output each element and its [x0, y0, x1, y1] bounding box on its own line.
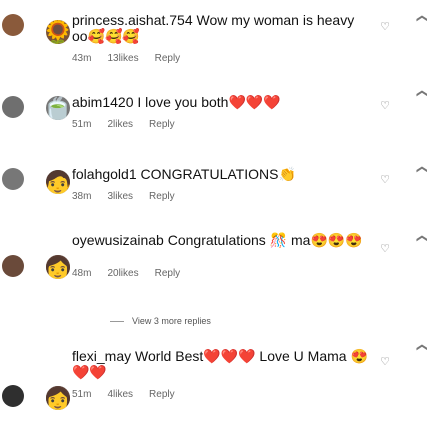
comment-time: 43m — [72, 53, 92, 64]
username[interactable]: princess.aishat.754 — [72, 12, 193, 28]
comment: oyewusizainab Congratulations 🎊 ma😍😍😍 48… — [72, 232, 372, 279]
chevron-icon: ❮ — [416, 165, 427, 174]
reply-button[interactable]: Reply — [149, 191, 175, 202]
comment-likes[interactable]: 2likes — [107, 119, 133, 130]
avatar[interactable] — [2, 168, 24, 190]
reply-button[interactable]: Reply — [155, 268, 181, 279]
heart-outline-icon[interactable]: ♡ — [380, 20, 390, 33]
username[interactable]: oyewusizainab — [72, 232, 164, 248]
comment: princess.aishat.754 Wow my woman is heav… — [72, 12, 372, 64]
view-more-replies-button[interactable]: View 3 more replies — [110, 316, 211, 326]
heart-outline-icon[interactable]: ♡ — [380, 355, 390, 368]
comment-time: 51m — [72, 389, 92, 400]
avatar[interactable] — [2, 14, 24, 36]
avatar[interactable]: 🍵 — [46, 96, 70, 120]
comment: flexi_may World Best❤️❤️❤️ Love U Mama 😍… — [72, 348, 372, 400]
comment-text: flexi_may World Best❤️❤️❤️ Love U Mama 😍… — [72, 348, 372, 380]
comment-meta: 51m 4likes Reply — [72, 389, 372, 400]
chevron-icon: ❮ — [416, 89, 427, 98]
comment-meta: 43m 13likes Reply — [72, 53, 372, 64]
avatar[interactable]: 🌻 — [46, 20, 70, 44]
comment-time: 48m — [72, 268, 92, 279]
comment-meta: 38m 3likes Reply — [72, 191, 372, 202]
avatar[interactable] — [2, 385, 24, 407]
avatar[interactable]: 👩 — [46, 255, 70, 279]
view-more-replies-label: View 3 more replies — [132, 316, 211, 326]
comment-body: I love you both❤️❤️❤️ — [137, 94, 281, 110]
username[interactable]: flexi_may — [72, 348, 131, 364]
comment-text: folahgold1 CONGRATULATIONS👏 — [72, 166, 372, 182]
reply-button[interactable]: Reply — [155, 53, 181, 64]
chevron-icon: ❮ — [416, 234, 427, 243]
username[interactable]: folahgold1 — [72, 166, 137, 182]
heart-outline-icon[interactable]: ♡ — [380, 242, 390, 255]
divider-line — [110, 320, 124, 322]
reply-button[interactable]: Reply — [149, 119, 175, 130]
comment-body: Congratulations 🎊 ma😍😍😍 — [167, 232, 363, 248]
comment: abim1420 I love you both❤️❤️❤️ 51m 2like… — [72, 94, 372, 130]
reply-button[interactable]: Reply — [149, 389, 175, 400]
avatar[interactable]: 🧑 — [46, 170, 70, 194]
comment-likes[interactable]: 13likes — [107, 53, 138, 64]
chevron-icon: ❮ — [416, 343, 427, 352]
comment-text: abim1420 I love you both❤️❤️❤️ — [72, 94, 372, 110]
avatar[interactable] — [2, 255, 24, 277]
heart-outline-icon[interactable]: ♡ — [380, 99, 390, 112]
comment-body: CONGRATULATIONS👏 — [140, 166, 296, 182]
comment-likes[interactable]: 3likes — [107, 191, 133, 202]
comment-text: oyewusizainab Congratulations 🎊 ma😍😍😍 — [72, 232, 372, 248]
comment: folahgold1 CONGRATULATIONS👏 38m 3likes R… — [72, 166, 372, 202]
avatar[interactable] — [2, 96, 24, 118]
comment-likes[interactable]: 20likes — [107, 268, 138, 279]
heart-outline-icon[interactable]: ♡ — [380, 173, 390, 186]
comment-meta: 51m 2likes Reply — [72, 119, 372, 130]
username[interactable]: abim1420 — [72, 94, 134, 110]
comment-meta: 48m 20likes Reply — [72, 268, 372, 279]
comment-text: princess.aishat.754 Wow my woman is heav… — [72, 12, 372, 44]
comment-time: 51m — [72, 119, 92, 130]
comment-likes[interactable]: 4likes — [107, 389, 133, 400]
avatar[interactable]: 👩 — [46, 386, 70, 410]
comment-time: 38m — [72, 191, 92, 202]
chevron-icon: ❮ — [416, 14, 427, 23]
